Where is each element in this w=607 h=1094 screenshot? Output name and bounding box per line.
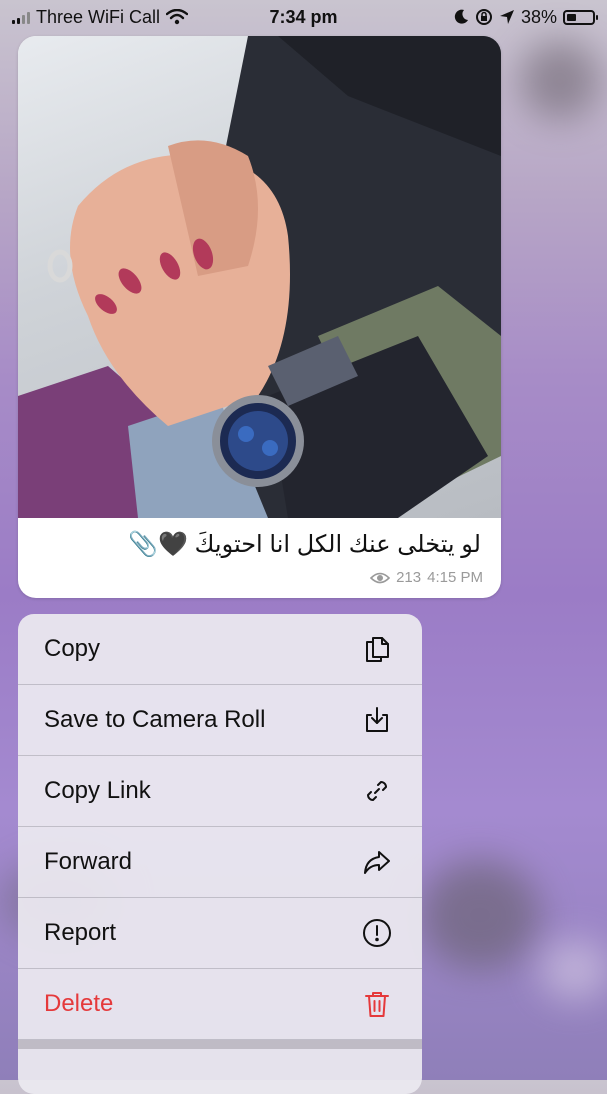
background-blur <box>540 940 607 1000</box>
menu-item-label: Forward <box>44 848 133 875</box>
rotation-lock-icon <box>475 9 492 25</box>
context-menu: Copy Save to Camera Roll Copy Link Forwa… <box>18 614 422 1094</box>
location-icon <box>499 10 514 24</box>
menu-item-delete[interactable]: Delete <box>18 969 422 1040</box>
menu-item-label: Report <box>44 919 117 946</box>
message-caption: لو يتخلى عنك الكل انا احتويكَ 🖤📎 <box>128 531 481 558</box>
download-icon <box>360 703 394 737</box>
message-meta: 213 4:15 PM <box>370 569 483 586</box>
battery-percent: 38% <box>520 6 557 27</box>
battery-icon <box>563 9 598 25</box>
background-blur <box>520 40 600 120</box>
moon-icon <box>454 9 468 24</box>
message-time: 4:15 PM <box>427 569 483 586</box>
photo-illustration <box>18 36 501 518</box>
message-bubble[interactable]: لو يتخلى عنك الكل انا احتويكَ 🖤📎 213 4:1… <box>18 36 501 598</box>
menu-item-label: Copy <box>44 635 101 662</box>
menu-item-save-to-camera-roll[interactable]: Save to Camera Roll <box>18 685 422 756</box>
forward-icon <box>360 845 394 879</box>
status-right: 38% <box>453 6 598 28</box>
menu-item-copy-link[interactable]: Copy Link <box>18 756 422 827</box>
background-blur <box>420 860 540 970</box>
menu-item-label: Save to Camera Roll <box>44 706 266 733</box>
exclamation-icon <box>360 916 394 950</box>
trash-icon <box>360 987 394 1021</box>
menu-item-label: Copy Link <box>44 777 151 804</box>
message-photo[interactable] <box>18 36 501 518</box>
menu-item-forward[interactable]: Forward <box>18 827 422 898</box>
link-icon <box>360 774 394 808</box>
signal-icon <box>12 10 30 24</box>
carrier-label: Three WiFi Call <box>36 6 161 27</box>
status-left: Three WiFi Call <box>12 6 189 28</box>
copy-icon <box>360 632 394 666</box>
status-bar: Three WiFi Call 7:34 pm 38% <box>0 0 607 34</box>
view-count: 213 <box>396 569 422 586</box>
wifi-icon <box>166 9 189 25</box>
menu-item-copy[interactable]: Copy <box>18 614 422 685</box>
eye-icon <box>370 572 391 583</box>
menu-item-label: Delete <box>44 990 114 1017</box>
menu-item-report[interactable]: Report <box>18 898 422 969</box>
menu-separator <box>18 1040 422 1049</box>
